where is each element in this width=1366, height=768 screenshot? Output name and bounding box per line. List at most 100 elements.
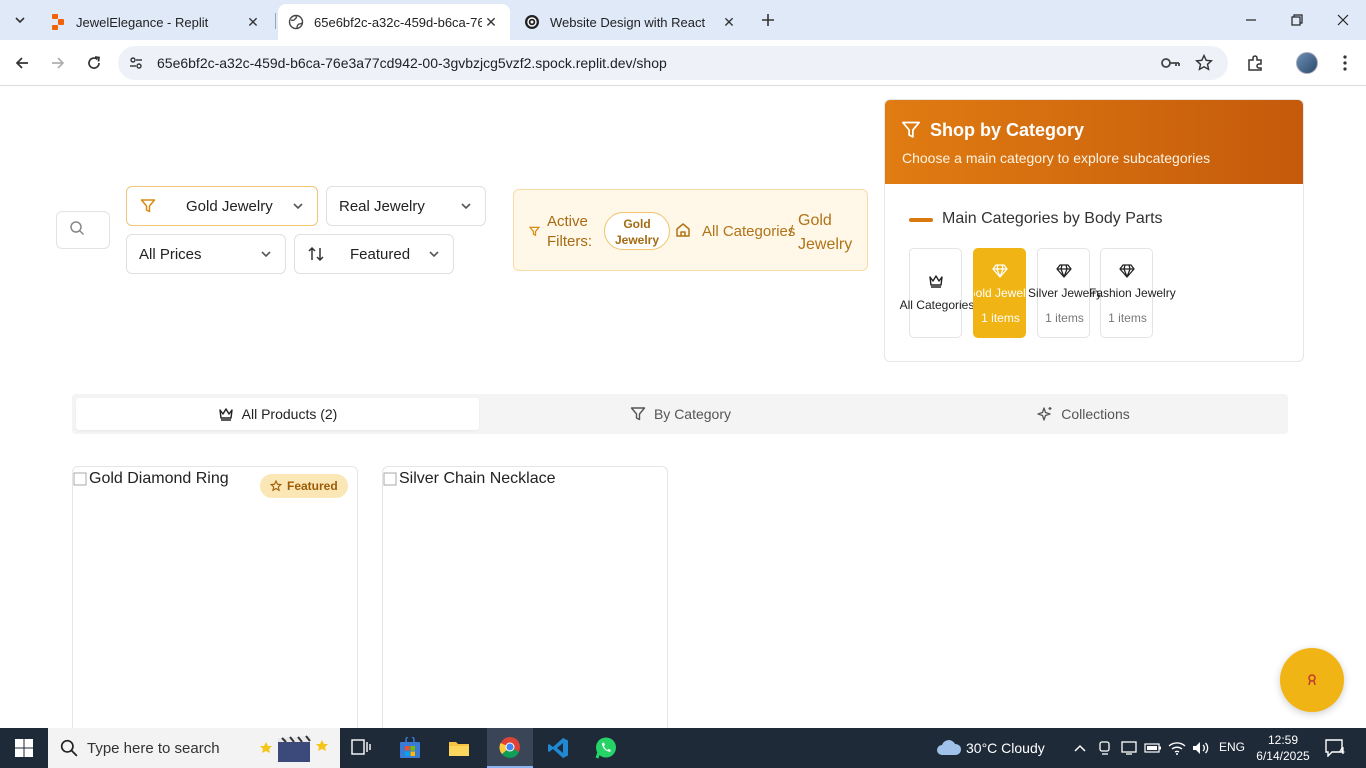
price-filter-value: All Prices [139, 246, 202, 263]
crown-icon [929, 275, 943, 288]
display-icon[interactable] [1119, 738, 1139, 758]
category-card-silver[interactable]: Silver Jewelry 1 items [1028, 248, 1102, 338]
globe-icon [288, 14, 304, 30]
taskbar-file-explorer[interactable] [436, 728, 482, 768]
back-button[interactable] [7, 48, 37, 78]
close-icon[interactable]: ✕ [482, 13, 500, 31]
filter-icon [139, 197, 157, 215]
windows-taskbar: Type here to search 30°C Cloudy ENG 12:5… [0, 728, 1366, 768]
star-icon [270, 480, 282, 492]
product-image-placeholder: Silver Chain Necklace [383, 470, 556, 488]
battery-icon[interactable] [1143, 738, 1163, 758]
featured-badge: Featured [260, 474, 348, 498]
task-view-icon [351, 739, 371, 755]
active-filter-chip[interactable]: Gold Jewelry [604, 212, 670, 250]
tab-title: JewelElegance - Replit [76, 14, 209, 30]
sort-select[interactable]: Featured [294, 234, 454, 274]
breadcrumb-all-categories[interactable]: All Categories [702, 223, 795, 240]
gem-icon [1119, 264, 1135, 278]
tab-search-button[interactable] [6, 6, 34, 34]
category-card-count: 1 items [1045, 311, 1084, 325]
taskbar-vscode[interactable] [535, 728, 581, 768]
filter-icon [630, 407, 646, 421]
profile-avatar[interactable] [1292, 48, 1322, 78]
browser-tab-shop[interactable]: 65e6bf2c-a32c-459d-b6ca-76e3a77cd942-00-… [278, 4, 510, 40]
product-image-alt: Gold Diamond Ring [89, 470, 229, 487]
active-filters-label: Active Filters: [547, 213, 592, 250]
close-icon[interactable]: ✕ [244, 13, 262, 31]
windows-logo-icon [15, 739, 33, 757]
taskbar-chrome[interactable] [487, 728, 533, 768]
category-filter-select[interactable]: Gold Jewelry [126, 186, 318, 226]
category-card-all[interactable]: All Categories [900, 248, 974, 338]
tab-all-products[interactable]: All Products (2) [76, 398, 479, 430]
wifi-icon[interactable] [1167, 738, 1187, 758]
category-panel-header: Shop by Category Choose a main category … [885, 100, 1303, 184]
product-card[interactable]: Gold Diamond Ring Featured [72, 466, 358, 728]
weather-text[interactable]: 30°C Cloudy [966, 740, 1045, 756]
category-card-fashion[interactable]: Fashion Jewelry 1 items [1089, 248, 1176, 338]
browser-toolbar: 65e6bf2c-a32c-459d-b6ca-76e3a77cd942-00-… [0, 40, 1366, 86]
restore-button[interactable] [1274, 0, 1320, 40]
extensions-icon[interactable] [1240, 48, 1270, 78]
start-button[interactable] [0, 728, 48, 768]
cloud-icon [936, 738, 962, 758]
price-filter-select[interactable]: All Prices [126, 234, 286, 274]
product-search-input[interactable] [56, 211, 110, 249]
crown-icon [218, 408, 233, 421]
floating-action-button[interactable] [1280, 648, 1344, 712]
reload-button[interactable] [79, 48, 109, 78]
forward-button[interactable] [43, 48, 73, 78]
breadcrumb-separator: / [789, 223, 794, 240]
tab-by-category[interactable]: By Category [479, 398, 882, 430]
taskbar-search-placeholder: Type here to search [87, 740, 220, 757]
taskbar-store[interactable] [387, 728, 433, 768]
tab-title: Website Design with React [550, 14, 706, 30]
notifications-icon[interactable]: 4 [1322, 738, 1350, 758]
new-tab-button[interactable] [756, 8, 780, 32]
taskbar-search[interactable]: Type here to search [48, 728, 340, 768]
jewelry-type-select[interactable]: Real Jewelry [326, 186, 486, 226]
breadcrumb-current: Gold Jewelry [798, 212, 853, 253]
search-icon [69, 220, 85, 241]
browser-menu-button[interactable] [1330, 48, 1360, 78]
gem-icon [992, 264, 1008, 278]
broken-image-icon [383, 472, 397, 486]
category-card-name: Gold Jewelry [974, 286, 1026, 300]
avatar [1296, 52, 1318, 74]
system-clock[interactable]: 12:59 6/14/2025 [1252, 732, 1314, 764]
product-card[interactable]: Silver Chain Necklace [382, 466, 668, 728]
tab-label: All Products (2) [241, 406, 338, 422]
site-settings-icon[interactable] [126, 53, 146, 73]
minimize-button[interactable] [1228, 0, 1274, 40]
chevron-down-icon [261, 251, 271, 258]
tab-divider [275, 13, 276, 29]
close-window-button[interactable] [1320, 0, 1366, 40]
close-icon[interactable]: ✕ [720, 13, 738, 31]
section-title: Main Categories by Body Parts [942, 210, 1163, 227]
broken-image-icon [73, 472, 87, 486]
chevron-down-icon [293, 203, 303, 210]
home-icon [675, 222, 691, 243]
browser-tab-replit[interactable]: JewelElegance - Replit ✕ [40, 4, 272, 40]
movie-clapper-icon [260, 735, 328, 762]
task-view-button[interactable] [338, 728, 384, 768]
tab-collections[interactable]: Collections [882, 398, 1285, 430]
meet-now-icon[interactable] [1095, 738, 1115, 758]
section-accent-bar [909, 218, 933, 222]
bookmark-star-icon[interactable] [1194, 53, 1214, 73]
category-card-count: 1 items [1108, 311, 1147, 325]
language-indicator[interactable]: ENG [1219, 740, 1245, 754]
password-key-icon[interactable] [1161, 53, 1181, 73]
browser-tab-react[interactable]: Website Design with React ✕ [514, 4, 748, 40]
search-icon [60, 739, 78, 757]
chevron-down-icon [429, 251, 439, 258]
filter-icon [901, 120, 921, 145]
category-card-gold[interactable]: Gold Jewelry 1 items [973, 248, 1026, 338]
chevron-up-icon[interactable] [1070, 738, 1090, 758]
product-image-alt: Silver Chain Necklace [399, 470, 556, 487]
volume-icon[interactable] [1191, 738, 1211, 758]
taskbar-whatsapp[interactable] [583, 728, 629, 768]
microsoft-store-icon [400, 737, 420, 758]
address-bar[interactable]: 65e6bf2c-a32c-459d-b6ca-76e3a77cd942-00-… [118, 46, 1228, 80]
